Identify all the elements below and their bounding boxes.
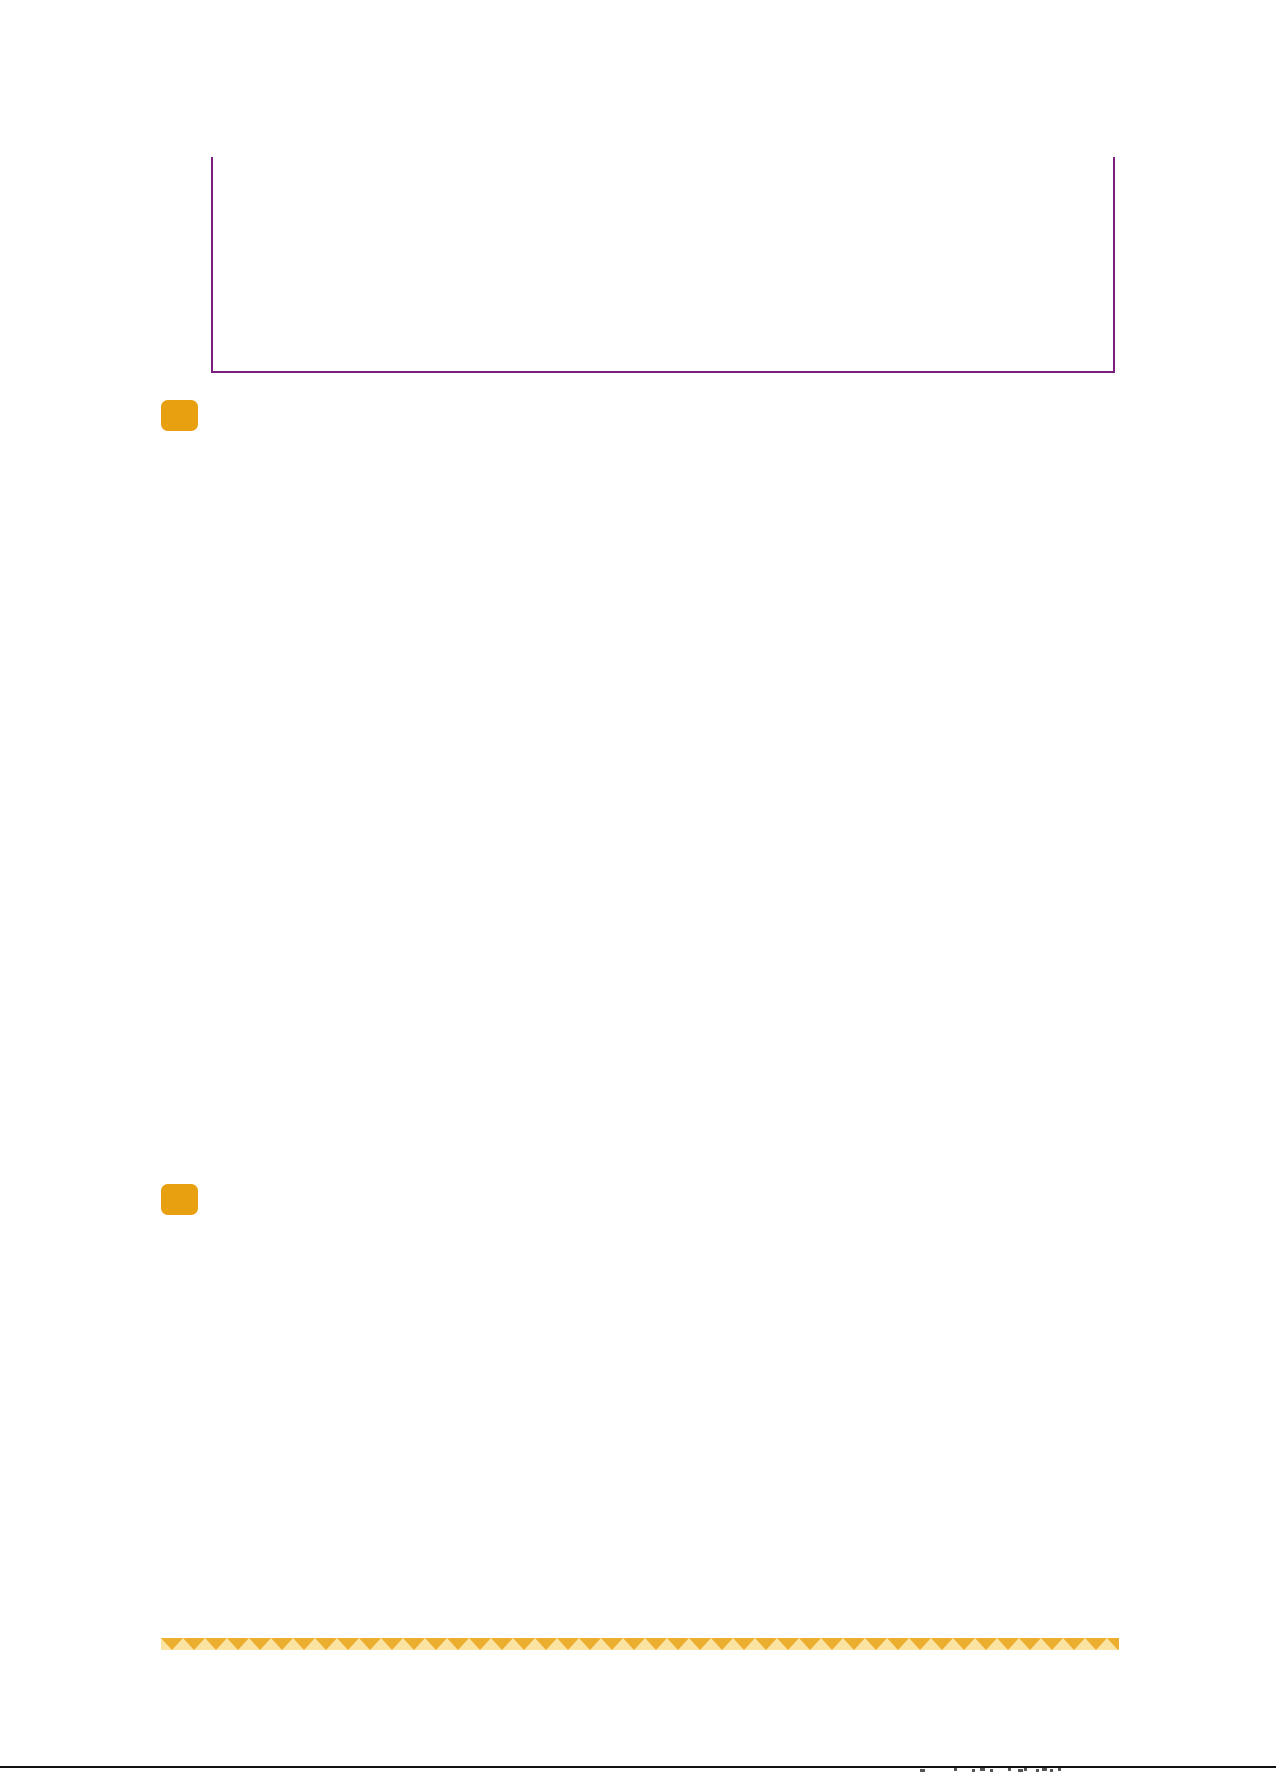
footer-mark (1036, 1769, 1039, 1772)
footer-mark (990, 1769, 993, 1772)
footer-mark (954, 1768, 957, 1771)
section-marker-icon (161, 400, 198, 431)
footer-mark (980, 1768, 985, 1771)
document-page (0, 0, 1276, 1772)
section-marker-icon (161, 1184, 198, 1215)
footer-mark (1042, 1768, 1047, 1771)
footer-mark (920, 1769, 925, 1772)
footer-mark (1008, 1768, 1011, 1771)
decorative-zigzag-band (161, 1638, 1119, 1650)
footer-mark (972, 1769, 975, 1772)
zigzag-pattern (161, 1638, 1119, 1650)
footer-mark (1058, 1768, 1061, 1771)
content-frame (211, 157, 1115, 373)
bottom-rule (0, 1766, 1276, 1768)
footer-mark (1050, 1769, 1053, 1772)
footer-mark (1024, 1768, 1027, 1771)
footer-mark (1018, 1769, 1023, 1772)
